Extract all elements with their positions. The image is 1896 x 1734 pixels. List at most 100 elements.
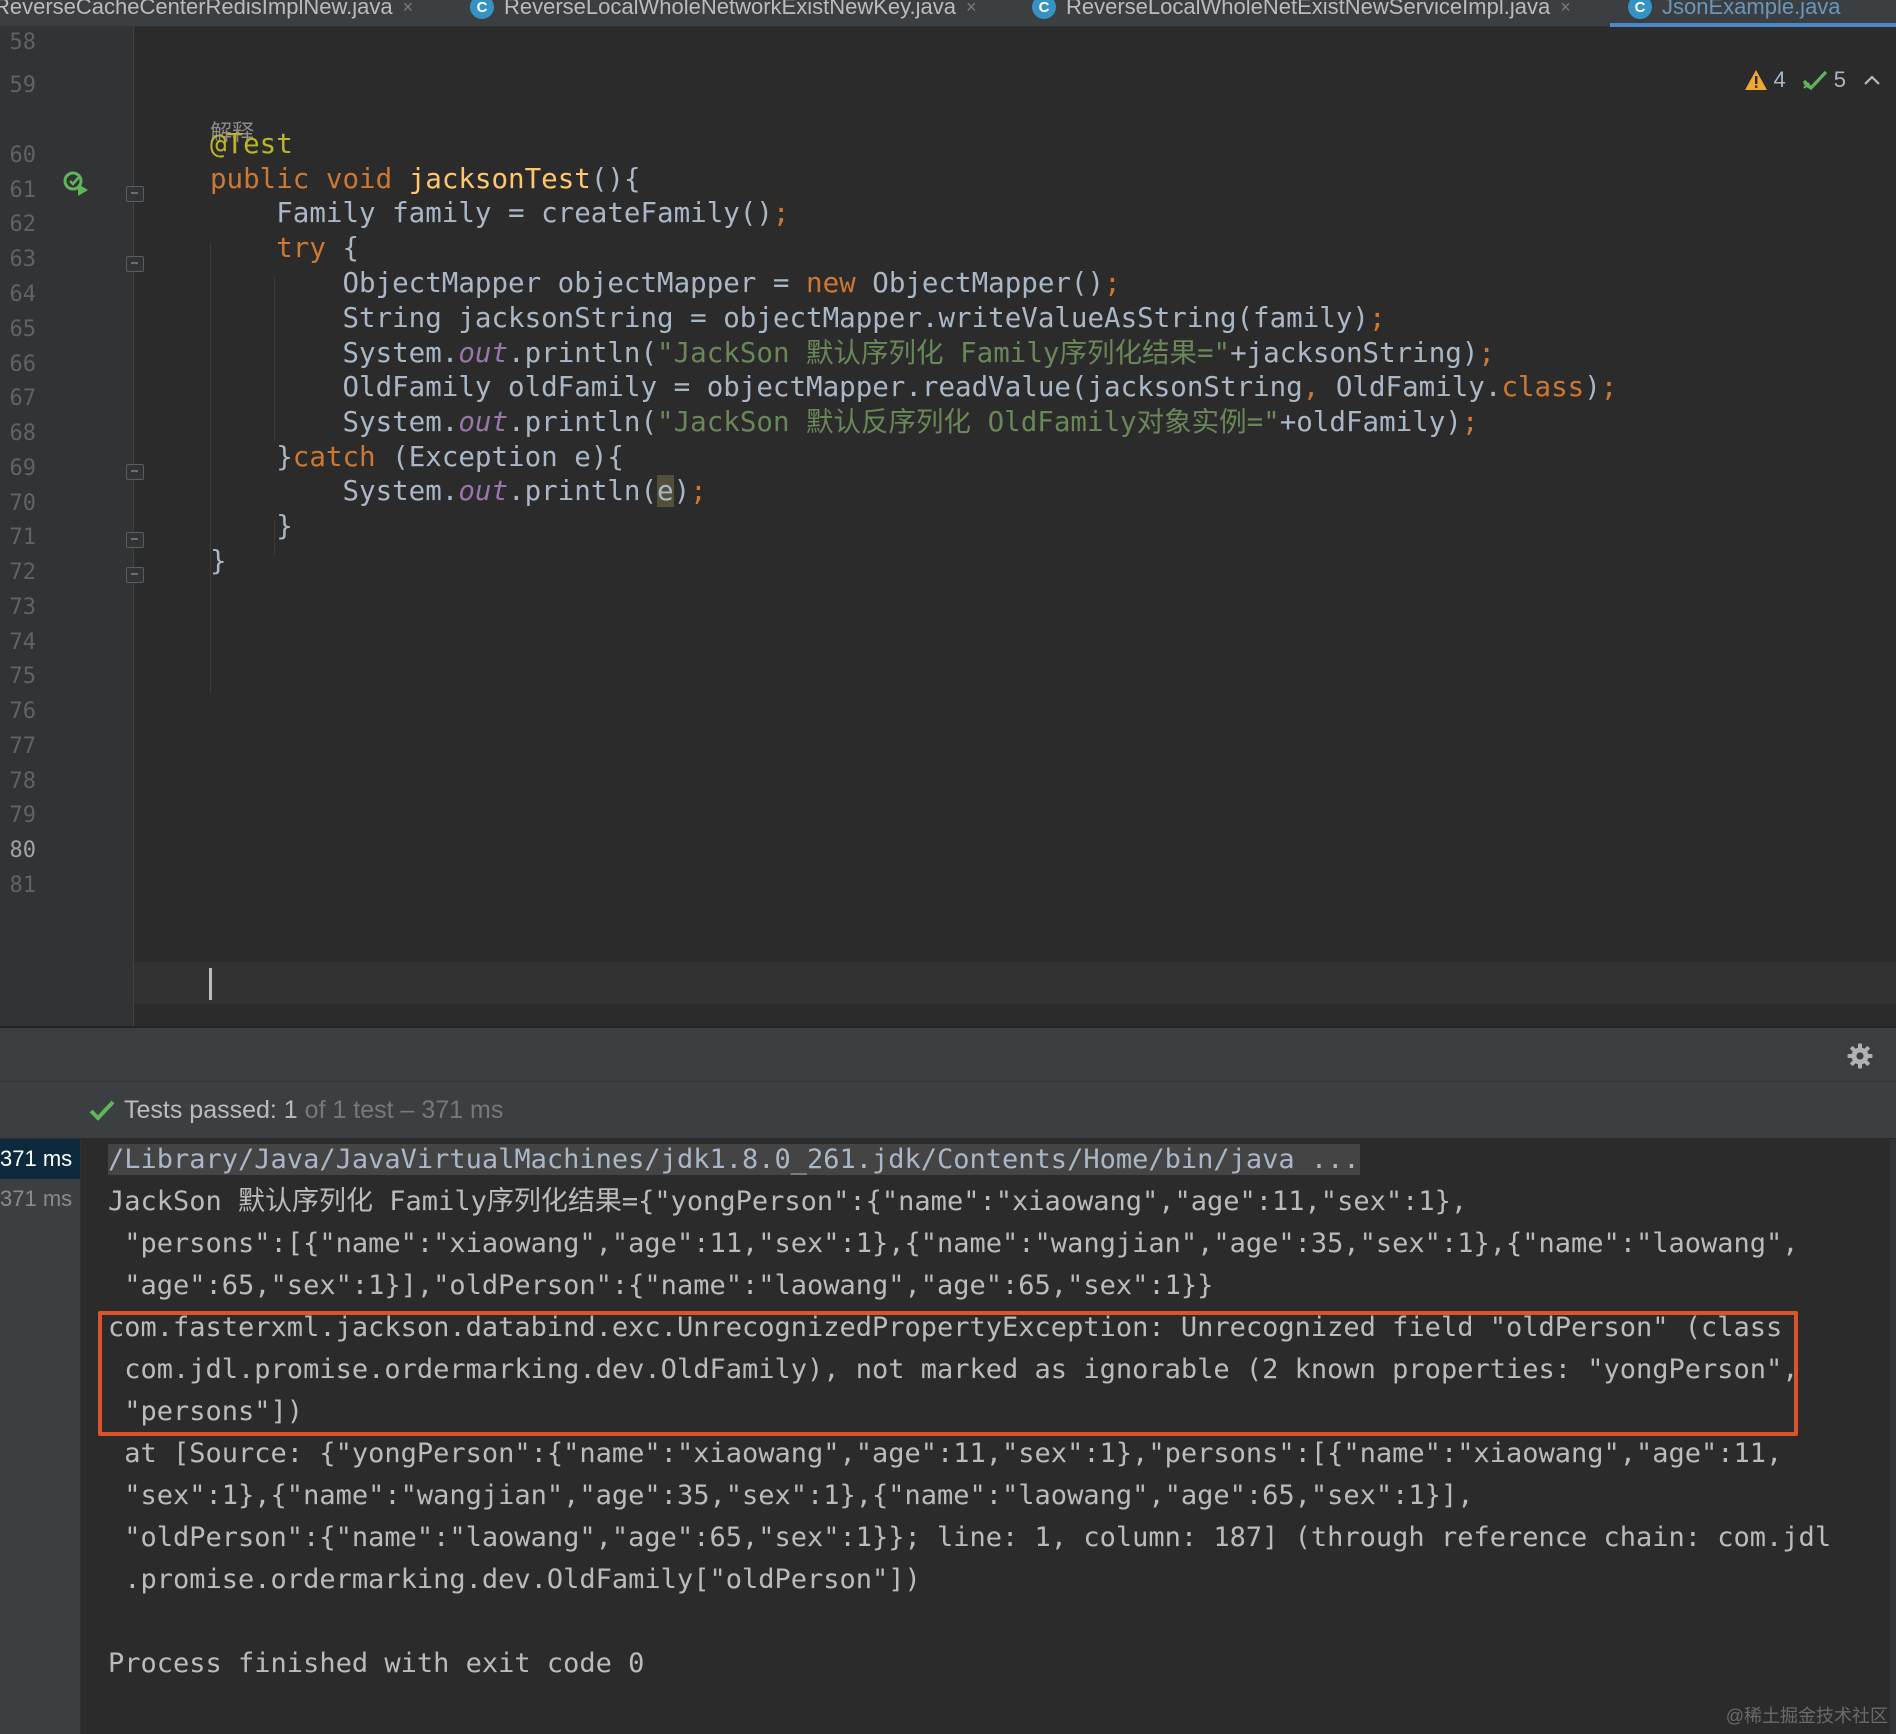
console-line: "sex":1},{"name":"wangjian","age":35,"se… <box>108 1475 1473 1517</box>
fold-marker[interactable] <box>126 532 144 548</box>
line-number[interactable]: 58 <box>0 30 37 56</box>
java-class-icon: C <box>470 0 494 19</box>
line-number[interactable]: 62 <box>0 212 37 238</box>
code-line[interactable]: } <box>210 541 227 581</box>
tab-label: ReverseCacheCenterRedisImplNew.java <box>0 0 393 19</box>
code-token: jacksonTest <box>408 163 591 195</box>
tab-label: ReverseLocalWholeNetExistNewServiceImpl.… <box>1066 0 1551 19</box>
line-number[interactable]: 65 <box>0 317 37 343</box>
run-panel-toolbar <box>0 1028 1896 1082</box>
line-number[interactable]: 63 <box>0 247 37 273</box>
console-scrollbar[interactable] <box>1890 1139 1896 1734</box>
code-line[interactable]: ObjectMapper objectMapper = new ObjectMa… <box>210 263 1120 303</box>
console-text: Process finished with exit code 0 <box>108 1648 645 1679</box>
code-line[interactable]: } <box>210 506 293 546</box>
console-error-line: com.fasterxml.jackson.databind.exc.Unrec… <box>108 1307 1782 1349</box>
line-number[interactable]: 78 <box>0 769 37 795</box>
code-token: "JackSon 默认序列化 Family序列化结果=" <box>657 337 1231 369</box>
warning-icon <box>1744 70 1767 90</box>
line-number[interactable]: 73 <box>0 595 37 621</box>
current-line-highlight <box>134 962 1896 1004</box>
code-token: +jacksonString) <box>1230 337 1479 369</box>
line-number[interactable]: 60 <box>0 143 37 169</box>
line-number[interactable]: 74 <box>0 630 37 656</box>
code-line[interactable]: OldFamily oldFamily = objectMapper.readV… <box>210 367 1617 407</box>
code-editor[interactable]: 58 59 60 61 62 63 64 65 66 67 68 69 70 71 72 73 74 75 76 77… <box>0 27 1896 1026</box>
console-line: "persons":[{"name":"xiaowang","age":11,"… <box>108 1223 1799 1265</box>
line-number[interactable]: 64 <box>0 282 37 308</box>
indent-guide <box>210 242 211 694</box>
chevron-up-icon[interactable] <box>1862 73 1882 87</box>
code-token: out <box>458 475 509 507</box>
tab-reverse-local-whole-network-exist-new-key[interactable]: C ReverseLocalWholeNetworkExistNewKey.jav… <box>470 0 977 20</box>
test-tree-item[interactable]: 371 ms <box>0 1139 80 1179</box>
tab-reverse-cache-center-redis-impl-new[interactable]: ReverseCacheCenterRedisImplNew.java × <box>0 0 413 20</box>
gutter-separator <box>133 27 134 1026</box>
line-number[interactable]: 80 <box>0 838 37 864</box>
line-number[interactable]: 61 <box>0 178 37 204</box>
code-token: } <box>210 510 293 542</box>
text-caret <box>209 968 212 1000</box>
fold-marker[interactable] <box>126 186 144 202</box>
line-number[interactable]: 69 <box>0 456 37 482</box>
console-line: JackSon 默认序列化 Family序列化结果={"yongPerson":… <box>108 1181 1467 1223</box>
code-token: System. <box>210 406 459 438</box>
fold-marker[interactable] <box>126 256 144 272</box>
tab-label: JsonExample.java <box>1662 0 1841 19</box>
close-tab-icon[interactable]: × <box>403 0 414 18</box>
code-token: public <box>210 163 326 195</box>
code-line[interactable]: String jacksonString = objectMapper.writ… <box>210 298 1385 338</box>
code-token: catch <box>292 441 376 473</box>
line-number[interactable]: 77 <box>0 734 37 760</box>
console-output[interactable]: /Library/Java/JavaVirtualMachines/jdk1.8… <box>81 1139 1896 1734</box>
tab-json-example[interactable]: C JsonExample.java <box>1628 0 1841 20</box>
close-tab-icon[interactable]: × <box>1560 0 1571 18</box>
test-tree-item[interactable]: 371 ms <box>0 1179 80 1219</box>
test-status-bar: Tests passed: 1 of 1 test – 371 ms <box>0 1082 1896 1139</box>
line-number[interactable]: 70 <box>0 491 37 517</box>
console-command-line[interactable]: /Library/Java/JavaVirtualMachines/jdk1.8… <box>108 1139 1360 1181</box>
inspection-widget[interactable]: 4 5 <box>1744 67 1883 93</box>
tab-reverse-local-whole-net-exist-new-service-impl[interactable]: C ReverseLocalWholeNetExistNewServiceImpl… <box>1032 0 1571 20</box>
console-line: at [Source: {"yongPerson":{"name":"xiaow… <box>108 1433 1782 1475</box>
code-token: void <box>325 163 409 195</box>
java-class-icon: C <box>1628 0 1652 19</box>
line-number[interactable]: 81 <box>0 873 37 899</box>
tests-passed-label: Tests passed: 1 <box>124 1096 298 1124</box>
run-test-icon[interactable] <box>62 170 90 198</box>
fold-marker[interactable] <box>126 567 144 583</box>
console-text: JackSon 默认序列化 Family序列化结果={"yongPerson":… <box>108 1186 1468 1217</box>
line-number[interactable]: 66 <box>0 352 37 378</box>
code-line[interactable]: @Test <box>210 124 293 164</box>
code-line[interactable]: Family family = createFamily(); <box>210 193 789 233</box>
line-number[interactable]: 71 <box>0 525 37 551</box>
code-line[interactable]: System.out.println(e); <box>210 471 707 511</box>
line-number[interactable]: 72 <box>0 560 37 586</box>
code-token: ; <box>1461 406 1479 438</box>
console-line: "age":65,"sex":1}],"oldPerson":{"name":"… <box>108 1265 1213 1307</box>
console-line: "oldPerson":{"name":"laowang","age":65,"… <box>108 1517 1831 1559</box>
code-line[interactable]: System.out.println("JackSon 默认反序列化 OldFa… <box>210 402 1478 442</box>
code-token: Family family = createFamily() <box>210 197 773 229</box>
console-text: at [Source: {"yongPerson":{"name":"xiaow… <box>108 1438 1783 1469</box>
console-text: "persons"]) <box>108 1396 304 1427</box>
console-text: "persons":[{"name":"xiaowang","age":11,"… <box>108 1228 1799 1259</box>
code-token: class <box>1501 371 1585 403</box>
line-number[interactable]: 68 <box>0 421 37 447</box>
line-number[interactable]: 75 <box>0 664 37 690</box>
code-token: ; <box>772 197 790 229</box>
code-token: (){ <box>590 163 641 195</box>
close-tab-icon[interactable]: × <box>966 0 977 18</box>
line-number[interactable]: 79 <box>0 803 37 829</box>
console-text: "sex":1},{"name":"wangjian","age":35,"se… <box>108 1480 1474 1511</box>
line-number[interactable]: 59 <box>0 73 37 99</box>
code-line[interactable]: try { <box>210 228 359 268</box>
gear-icon[interactable] <box>1846 1042 1874 1070</box>
line-number[interactable]: 76 <box>0 699 37 725</box>
console-text: "oldPerson":{"name":"laowang","age":65,"… <box>108 1522 1832 1553</box>
fold-marker[interactable] <box>126 464 144 480</box>
test-results-tree[interactable]: 371 ms 371 ms <box>0 1139 81 1734</box>
line-number[interactable]: 67 <box>0 386 37 412</box>
code-token: ; <box>690 475 707 507</box>
code-token: ; <box>1478 337 1495 369</box>
